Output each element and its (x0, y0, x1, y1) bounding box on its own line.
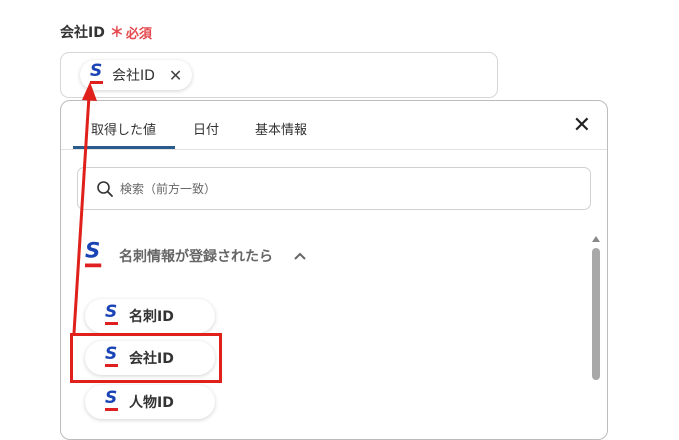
annotation-arrow-icon (72, 82, 97, 334)
